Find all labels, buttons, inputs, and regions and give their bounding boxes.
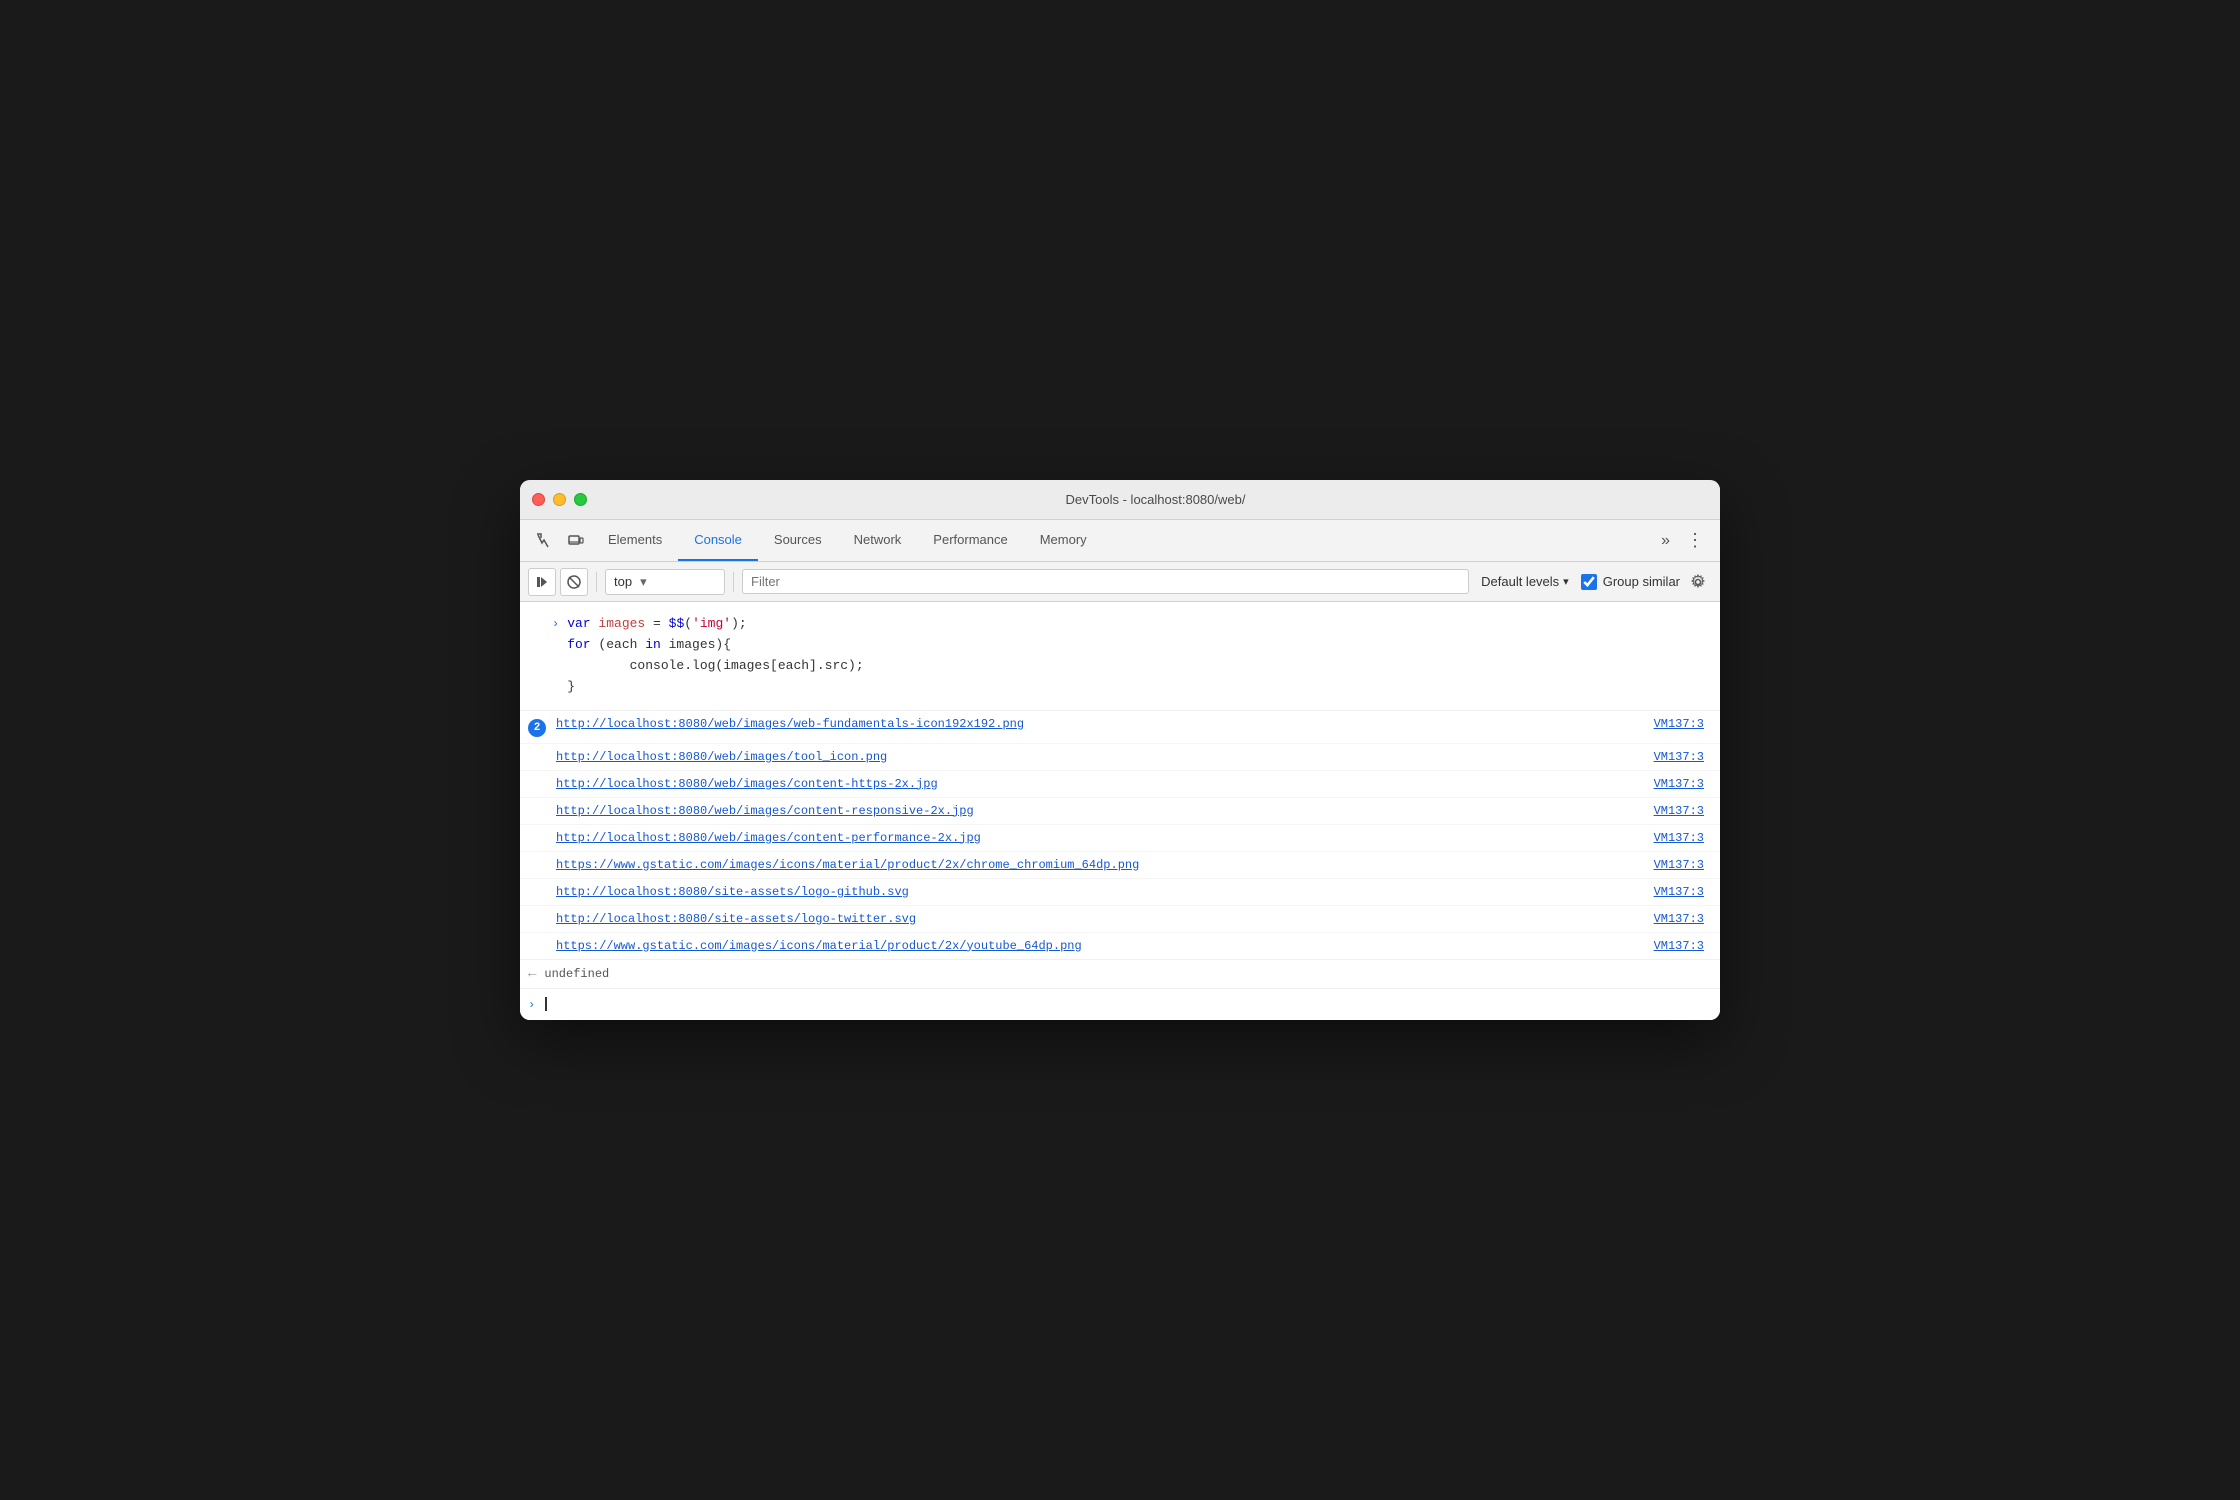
- toolbar-separator-1: [596, 572, 597, 592]
- log-source-ref[interactable]: VM137:3: [1654, 912, 1704, 926]
- tab-network[interactable]: Network: [838, 520, 918, 561]
- log-url[interactable]: http://localhost:8080/web/images/tool_ic…: [556, 750, 1638, 764]
- group-similar-container: Group similar: [1581, 574, 1680, 590]
- log-levels-button[interactable]: Default levels ▾: [1473, 570, 1577, 593]
- result-line: ← undefined: [520, 960, 1720, 989]
- minimize-button[interactable]: [553, 493, 566, 506]
- log-source-ref[interactable]: VM137:3: [1654, 717, 1704, 731]
- window-title: DevTools - localhost:8080/web/: [603, 492, 1708, 507]
- run-script-button[interactable]: [528, 568, 556, 596]
- context-selector[interactable]: top ▾: [605, 569, 725, 595]
- log-entry: http://localhost:8080/site-assets/logo-g…: [520, 879, 1720, 906]
- log-entries-group: 2 http://localhost:8080/web/images/web-fu…: [520, 711, 1720, 960]
- log-source-ref[interactable]: VM137:3: [1654, 939, 1704, 953]
- log-entry: http://localhost:8080/web/images/content…: [520, 825, 1720, 852]
- settings-icon-button[interactable]: [1684, 568, 1712, 596]
- console-toolbar: top ▾ Default levels ▾ Group similar: [520, 562, 1720, 602]
- log-url[interactable]: https://www.gstatic.com/images/icons/mat…: [556, 858, 1638, 872]
- log-entry: https://www.gstatic.com/images/icons/mat…: [520, 933, 1720, 959]
- log-source-ref[interactable]: VM137:3: [1654, 858, 1704, 872]
- device-toggle-button[interactable]: [560, 520, 592, 561]
- log-entry: http://localhost:8080/web/images/tool_ic…: [520, 744, 1720, 771]
- log-url[interactable]: http://localhost:8080/site-assets/logo-g…: [556, 885, 1638, 899]
- inspect-icon-button[interactable]: [528, 520, 560, 561]
- log-url[interactable]: http://localhost:8080/web/images/web-fun…: [556, 717, 1638, 731]
- maximize-button[interactable]: [574, 493, 587, 506]
- log-url[interactable]: http://localhost:8080/site-assets/logo-t…: [556, 912, 1638, 926]
- close-button[interactable]: [532, 493, 545, 506]
- log-entry: http://localhost:8080/web/images/content…: [520, 798, 1720, 825]
- tab-sources[interactable]: Sources: [758, 520, 838, 561]
- console-content: › var images = $$('img'); for (each in i…: [520, 602, 1720, 1019]
- log-entry: https://www.gstatic.com/images/icons/mat…: [520, 852, 1720, 879]
- log-source-ref[interactable]: VM137:3: [1654, 804, 1704, 818]
- log-source-ref[interactable]: VM137:3: [1654, 750, 1704, 764]
- result-arrow-icon: ←: [528, 966, 536, 982]
- console-input-prompt: ›: [528, 998, 535, 1012]
- context-selector-arrow: ▾: [640, 574, 647, 590]
- more-tabs-button[interactable]: »: [1653, 520, 1678, 561]
- input-cursor: [545, 997, 547, 1011]
- log-entry: http://localhost:8080/site-assets/logo-t…: [520, 906, 1720, 933]
- log-url[interactable]: http://localhost:8080/web/images/content…: [556, 777, 1638, 791]
- tab-performance[interactable]: Performance: [917, 520, 1023, 561]
- console-input-line[interactable]: ›: [520, 989, 1720, 1020]
- log-url[interactable]: http://localhost:8080/web/images/content…: [556, 804, 1638, 818]
- tab-console[interactable]: Console: [678, 520, 758, 561]
- log-entry: http://localhost:8080/web/images/content…: [520, 771, 1720, 798]
- levels-arrow-icon: ▾: [1563, 575, 1569, 588]
- log-url[interactable]: http://localhost:8080/web/images/content…: [556, 831, 1638, 845]
- log-source-ref[interactable]: VM137:3: [1654, 777, 1704, 791]
- tab-memory[interactable]: Memory: [1024, 520, 1103, 561]
- log-source-ref[interactable]: VM137:3: [1654, 885, 1704, 899]
- title-bar: DevTools - localhost:8080/web/: [520, 480, 1720, 520]
- clear-console-button[interactable]: [560, 568, 588, 596]
- devtools-menu-button[interactable]: ⋮: [1678, 520, 1712, 561]
- toolbar-separator-2: [733, 572, 734, 592]
- log-source-ref[interactable]: VM137:3: [1654, 831, 1704, 845]
- log-url[interactable]: https://www.gstatic.com/images/icons/mat…: [556, 939, 1638, 953]
- code-block: › var images = $$('img'); for (each in i…: [520, 602, 1720, 710]
- traffic-lights: [532, 493, 587, 506]
- filter-input[interactable]: [742, 569, 1469, 594]
- log-entry: 2 http://localhost:8080/web/images/web-fu…: [520, 711, 1720, 744]
- code-text: var images = $$('img'); for (each in ima…: [567, 614, 1704, 697]
- tab-elements[interactable]: Elements: [592, 520, 678, 561]
- devtools-window: DevTools - localhost:8080/web/ Elements …: [520, 480, 1720, 1019]
- group-similar-checkbox[interactable]: [1581, 574, 1597, 590]
- input-prompt-arrow: ›: [552, 615, 559, 634]
- log-count-badge: 2: [528, 719, 546, 737]
- tabs-bar: Elements Console Sources Network Perform…: [520, 520, 1720, 562]
